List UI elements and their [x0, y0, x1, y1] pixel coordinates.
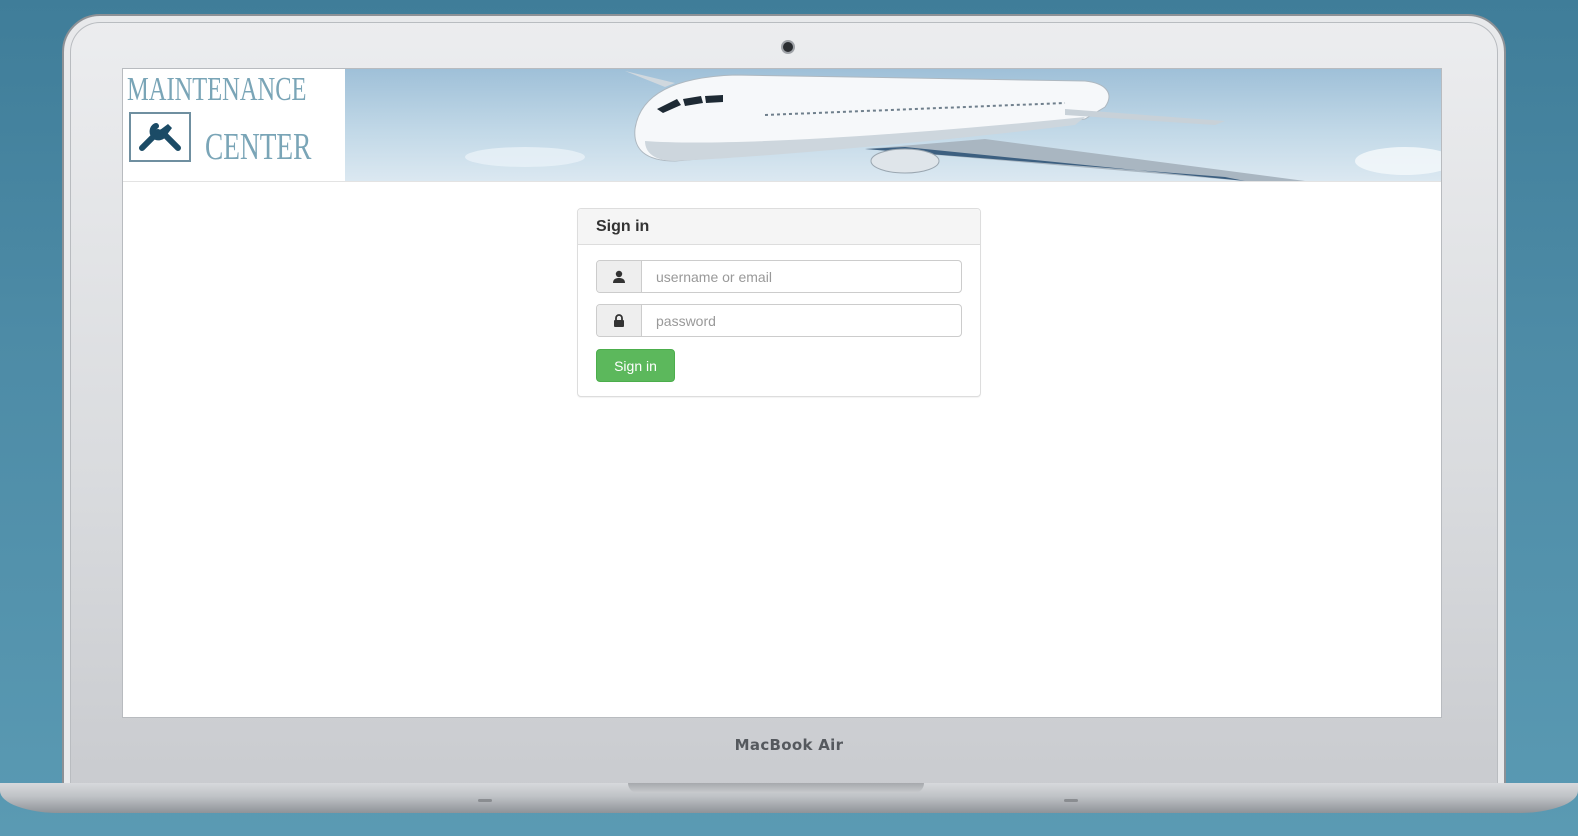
logo: MAINTENANCE CENTER — [123, 69, 345, 181]
app-header: MAINTENANCE CENTER — [123, 69, 1441, 182]
user-icon — [597, 261, 642, 292]
signin-panel-title: Sign in — [578, 209, 980, 245]
device-brand-label: MacBook Air — [734, 736, 844, 754]
signin-panel: Sign in Sign in — [577, 208, 981, 397]
sign-in-button[interactable]: Sign in — [596, 349, 675, 382]
base-notch — [628, 783, 924, 793]
username-input[interactable] — [642, 261, 961, 292]
base-foot — [478, 799, 492, 802]
laptop-base — [0, 783, 1578, 813]
tools-icon — [129, 112, 191, 162]
screen: MAINTENANCE CENTER Sign in username or e… — [122, 68, 1442, 718]
logo-line1: MAINTENANCE — [127, 71, 307, 108]
lock-icon — [597, 305, 642, 336]
password-field-group — [596, 304, 962, 337]
camera-icon — [783, 42, 793, 52]
logo-line2: CENTER — [205, 126, 312, 168]
header-airplane-banner — [345, 69, 1441, 181]
password-input[interactable] — [642, 305, 961, 336]
username-field-group — [596, 260, 962, 293]
base-foot — [1064, 799, 1078, 802]
